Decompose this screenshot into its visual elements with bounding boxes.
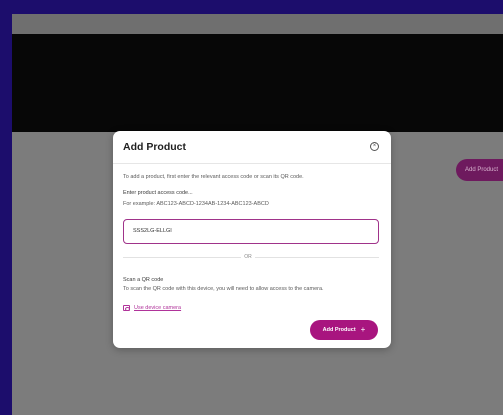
close-icon[interactable]: × xyxy=(370,142,379,151)
background-add-product-button[interactable]: Add Product xyxy=(456,159,503,181)
hero-banner xyxy=(12,34,503,132)
dialog-intro-text: To add a product, first enter the releva… xyxy=(123,174,304,180)
top-bar xyxy=(12,14,503,34)
use-camera-label: Use device camera xyxy=(134,305,182,311)
or-separator: OR xyxy=(241,254,255,260)
use-camera-link[interactable]: Use device camera xyxy=(123,303,181,313)
dialog-title: Add Product xyxy=(123,141,186,153)
access-code-input[interactable]: SSS2LG-ELLGI xyxy=(123,219,379,244)
camera-icon xyxy=(123,305,130,311)
access-code-example: For example: ABC123-ABCD-1234AB-1234-ABC… xyxy=(123,201,269,207)
dialog-header: Add Product × xyxy=(113,131,391,164)
qr-heading: Scan a QR code xyxy=(123,277,164,283)
add-product-label: Add Product xyxy=(322,327,356,333)
access-code-label: Enter product access code... xyxy=(123,190,193,196)
qr-description: To scan the QR code with this device, yo… xyxy=(123,286,324,292)
plus-icon: + xyxy=(360,325,366,334)
add-product-dialog: Add Product × To add a product, first en… xyxy=(113,131,391,348)
add-product-button[interactable]: Add Product + xyxy=(310,320,378,340)
